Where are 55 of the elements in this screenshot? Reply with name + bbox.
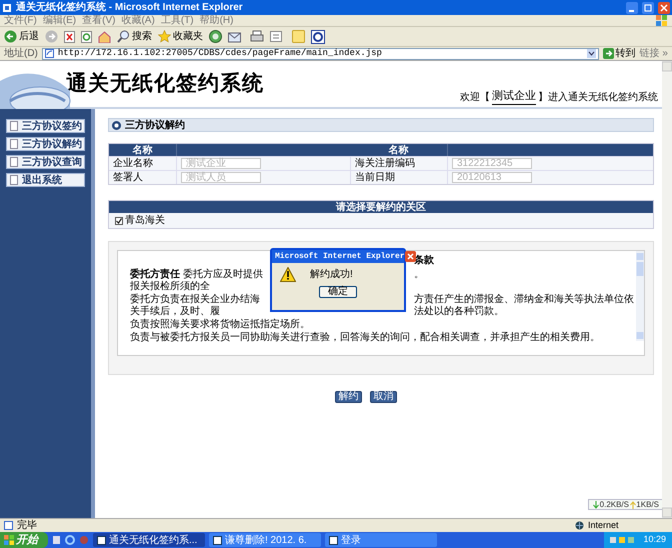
section-title: 三方协议解约 (125, 118, 185, 132)
go-button[interactable]: 转到 (602, 46, 636, 61)
menu-item[interactable]: 编辑(E) (42, 16, 76, 26)
table-cell-text: 当前日期 (355, 170, 395, 185)
sidebar-item[interactable]: 三方协议签约 (6, 119, 85, 133)
clause-text: 负责按照海关要求将货物运抵指定场所。 (130, 319, 310, 331)
favorites-button[interactable]: 收藏夹 (158, 29, 203, 44)
taskbar-item[interactable]: 登录 (325, 533, 437, 547)
column-header: 名称 (109, 144, 176, 156)
clause-text: 负责与被委托方报关员一同协助海关进行查验，回答海关的询问，配合相关调查，并承担产生的相关费用。 (130, 332, 600, 344)
zone-header: 请选择要解约的关区 (109, 201, 653, 213)
table-cell-text: 签署人 (113, 170, 143, 185)
menu-item[interactable]: 帮助(H) (200, 16, 234, 26)
site-title: 通关无纸化签约系统 (66, 71, 264, 98)
input-field[interactable]: 测试企业 (181, 158, 261, 169)
back-button[interactable]: 后退 (4, 29, 39, 44)
window-title: 通关无纸化签约系统 - Microsoft Internet Explorer (16, 0, 244, 14)
clock: 10:29 (643, 533, 666, 546)
welcome-text: 】进入通关无纸化签约系统 (538, 90, 658, 105)
links-button[interactable]: 链接 » (640, 46, 668, 61)
user-name: 测试企业 (492, 88, 536, 105)
upload-speed: 1KB/S (636, 498, 659, 510)
table-cell-text: 企业名称 (113, 156, 153, 171)
sidebar-item[interactable]: 三方协议查询 (6, 155, 85, 169)
taskbar-item[interactable]: 通关无纸化签约系... (93, 533, 205, 547)
welcome-text: 欢迎【 (460, 90, 490, 105)
clause-text: 委托方负责在报关企业办结海关手续后，及时、履 (130, 294, 261, 318)
clause-text: 方责任产生的滞报金、滞纳金和海关等执法单位依法处以的各种罚款。 (414, 294, 635, 318)
checkbox-label: 青岛海关 (125, 214, 165, 228)
input-field[interactable]: 测试人员 (181, 172, 261, 183)
menu-item[interactable]: 文件(F) (4, 16, 37, 26)
input-field[interactable]: 20120613 (452, 172, 532, 183)
start-button[interactable]: 开始 (0, 532, 48, 548)
sidebar-item[interactable]: 退出系统 (6, 173, 85, 187)
menu-item[interactable]: 工具(T) (160, 16, 194, 26)
address-field[interactable]: http://172.16.1.102:27005/CDBS/cdes/pageFrame/main_index.jsp (42, 48, 599, 60)
column-header: 名称 (350, 144, 447, 156)
menu-item[interactable]: 收藏(A) (121, 16, 155, 26)
dialog-message: 解约成功! (310, 268, 353, 282)
clause-text: 委托方责任 委托方应及时提供报关报检所须的全 (130, 269, 264, 293)
dialog-title: Microsoft Internet Explorer (275, 250, 405, 262)
sidebar-item[interactable]: 三方协议解约 (6, 137, 85, 151)
address-label: 地址(D) (4, 46, 38, 61)
ok-button[interactable]: 确定 (319, 286, 357, 298)
action-button[interactable]: 解约 (335, 391, 362, 403)
clause-text: 。 (414, 269, 425, 281)
taskbar-item[interactable]: 谦尊删除! 2012. 6. (209, 533, 321, 547)
action-button[interactable]: 取消 (370, 391, 397, 403)
table-cell-text: 海关注册编码 (355, 156, 415, 171)
input-field[interactable]: 3122212345 (452, 158, 532, 169)
download-speed: 0.2KB/S (600, 498, 629, 510)
status-text: 完毕 (17, 518, 38, 533)
search-button[interactable]: 搜索 (117, 29, 152, 44)
menu-item[interactable]: 查看(V) (82, 16, 116, 26)
zone-text: Internet (588, 518, 620, 532)
